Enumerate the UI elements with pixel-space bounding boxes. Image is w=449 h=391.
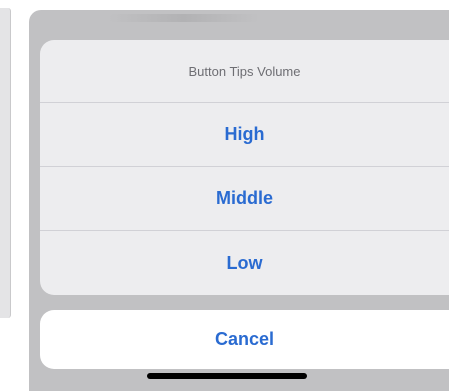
- action-sheet-title: Button Tips Volume: [40, 40, 449, 103]
- option-middle-button[interactable]: Middle: [40, 167, 449, 231]
- action-sheet: Button Tips Volume High Middle Low: [40, 40, 449, 295]
- option-low-button[interactable]: Low: [40, 231, 449, 295]
- phone-screen: Button Tips Volume High Middle Low Cance…: [29, 10, 449, 391]
- dimmed-background-content: [109, 14, 259, 22]
- screenshot-stage: Button Tips Volume High Middle Low Cance…: [0, 0, 449, 391]
- option-high-button[interactable]: High: [40, 103, 449, 167]
- adjacent-screen-edge: [0, 8, 11, 318]
- home-indicator[interactable]: [147, 373, 307, 379]
- cancel-button[interactable]: Cancel: [40, 310, 449, 369]
